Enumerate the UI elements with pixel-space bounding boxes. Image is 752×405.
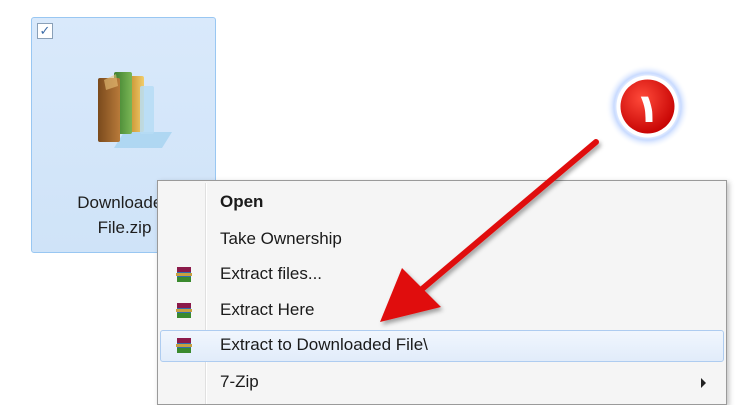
zip-archive-icon [98,72,172,148]
menu-item-extract-files[interactable]: Extract files... [160,259,724,291]
submenu-arrow-icon [701,378,706,388]
winrar-icon [176,338,192,353]
select-checkbox[interactable]: ✓ [37,23,53,39]
menu-item-take-ownership[interactable]: Take Ownership [160,224,724,256]
badge-text: ١ [635,86,659,132]
winrar-icon [176,303,192,318]
step-number-badge: ١ [605,64,690,149]
winrar-icon [176,267,192,282]
menu-item-extract-to-folder[interactable]: Extract to Downloaded File\ [160,330,724,362]
menu-item-extract-here[interactable]: Extract Here [160,295,724,327]
menu-item-7zip[interactable]: 7-Zip [160,367,724,399]
context-menu: Open Take Ownership Extract files... Ext… [157,180,727,405]
menu-item-open[interactable]: Open [160,187,724,219]
